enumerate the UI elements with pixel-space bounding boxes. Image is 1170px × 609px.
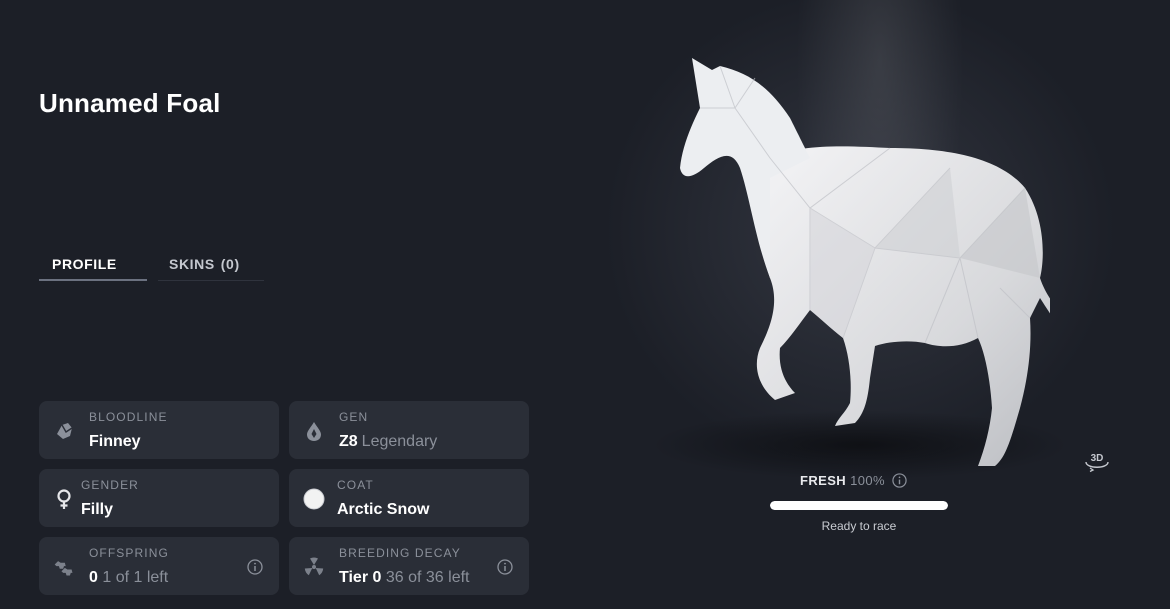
gender-label: GENDER <box>81 478 139 492</box>
freshness-info-icon[interactable] <box>892 473 907 488</box>
radiation-icon <box>304 557 324 576</box>
breeding-decay-remaining: 36 of 36 left <box>385 569 470 586</box>
gender-value: Filly <box>81 501 114 518</box>
female-icon <box>57 489 71 509</box>
offspring-card: OFFSPRING 0 1 of 1 left <box>39 537 279 595</box>
horse-stage[interactable] <box>560 0 1170 609</box>
3d-view-toggle-icon[interactable]: 3D <box>1082 448 1112 474</box>
gender-card: GENDER Filly <box>39 469 279 527</box>
bloodline-value: Finney <box>89 433 141 450</box>
breeding-decay-value: Tier 0 <box>339 569 382 586</box>
breeding-decay-label: BREEDING DECAY <box>339 546 461 560</box>
gen-value-row: Z8 Legendary <box>339 433 437 451</box>
bloodline-card: BLOODLINE Finney <box>39 401 279 459</box>
freshness-percent: 100% <box>850 473 885 488</box>
tab-bar: PROFILE SKINS (0) <box>39 252 264 281</box>
freshness-status: FRESH 100% <box>800 473 907 488</box>
offspring-value-row: 0 1 of 1 left <box>89 569 168 587</box>
offspring-value: 0 <box>89 569 98 586</box>
breeding-decay-card: BREEDING DECAY Tier 0 36 of 36 left <box>289 537 529 595</box>
horse-3d-model[interactable] <box>660 48 1050 478</box>
tab-skins[interactable]: SKINS (0) <box>158 252 264 281</box>
coat-label: COAT <box>337 478 374 492</box>
tab-skins-label: SKINS <box>169 256 215 272</box>
horse-head-icon <box>57 423 73 439</box>
gen-label: GEN <box>339 410 369 424</box>
horses-icon <box>54 561 73 576</box>
breeding-decay-value-row: Tier 0 36 of 36 left <box>339 569 469 587</box>
coat-value: Arctic Snow <box>337 501 430 518</box>
breeding-decay-info-icon[interactable] <box>497 559 513 575</box>
coat-card: COAT Arctic Snow <box>289 469 529 527</box>
tab-skins-count: (0) <box>220 256 240 272</box>
tab-profile-label: PROFILE <box>52 256 117 272</box>
freshness-progress-bar <box>770 501 948 510</box>
offspring-label: OFFSPRING <box>89 546 169 560</box>
tab-profile[interactable]: PROFILE <box>39 252 147 281</box>
bloodline-label: BLOODLINE <box>89 410 168 424</box>
coat-color-swatch <box>303 488 325 510</box>
drop-icon <box>307 422 321 441</box>
offspring-remaining: 1 of 1 left <box>102 569 169 586</box>
gen-card: GEN Z8 Legendary <box>289 401 529 459</box>
page-title: Unnamed Foal <box>39 88 221 118</box>
gen-value: Z8 <box>339 433 358 450</box>
gen-rarity: Legendary <box>361 433 438 450</box>
offspring-info-icon[interactable] <box>247 559 263 575</box>
freshness-progress-fill <box>770 501 948 510</box>
3d-view-toggle-label: 3D <box>1091 453 1104 464</box>
race-ready-caption: Ready to race <box>821 519 897 533</box>
freshness-label: FRESH <box>800 473 847 488</box>
